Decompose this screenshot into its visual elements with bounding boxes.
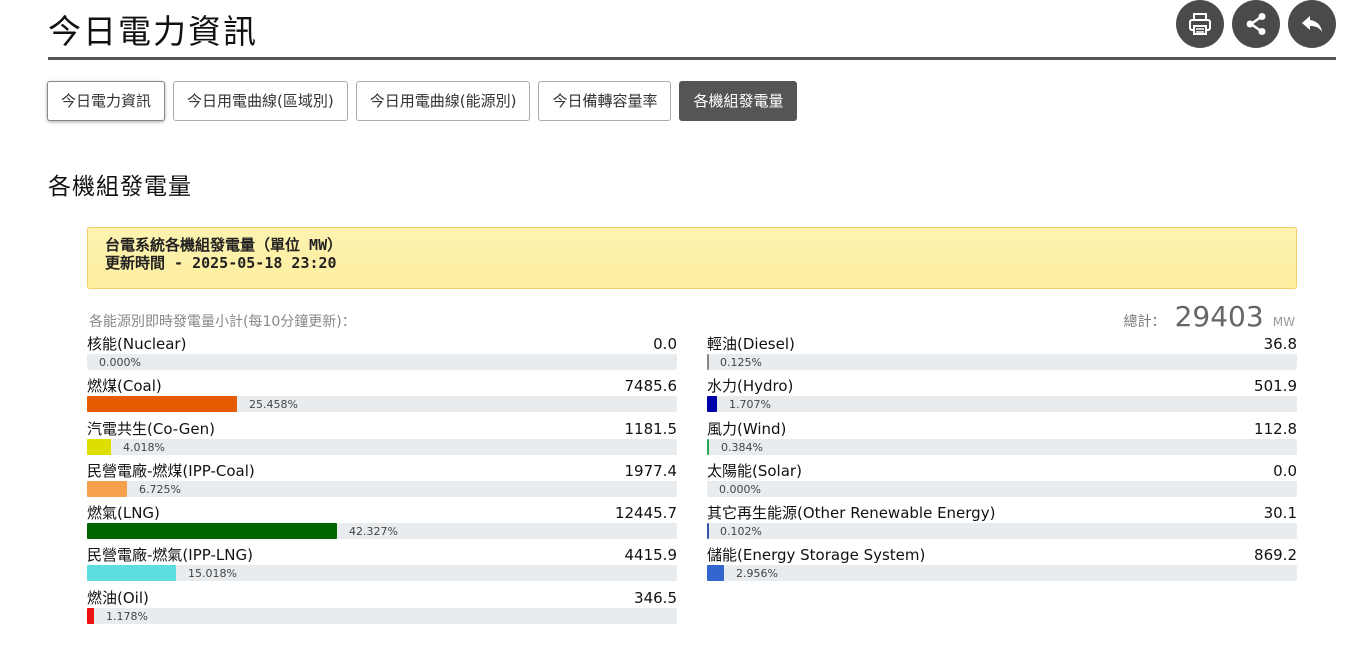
energy-row: 風力(Wind) 112.8 0.384% xyxy=(707,420,1297,462)
progress-track xyxy=(707,565,1297,582)
tab-reserve-margin[interactable]: 今日備轉容量率 xyxy=(538,81,672,121)
energy-row: 水力(Hydro) 501.9 1.707% xyxy=(707,377,1297,419)
section-title: 各機組發電量 xyxy=(48,174,192,200)
progress-fill xyxy=(707,565,724,582)
progress-fill xyxy=(87,607,94,624)
progress-fill xyxy=(707,523,709,540)
energy-percent: 6.725% xyxy=(139,482,181,496)
energy-value: 1977.4 xyxy=(624,461,678,480)
energy-row: 核能(Nuclear) 0.0 0.000% xyxy=(87,335,677,377)
energy-row: 燃氣(LNG) 12445.7 42.327% xyxy=(87,504,677,546)
progress-track xyxy=(87,438,677,455)
energy-name: 燃氣(LNG) xyxy=(87,504,160,523)
energy-name: 燃油(Oil) xyxy=(87,588,149,607)
energy-name: 水力(Hydro) xyxy=(707,377,794,396)
energy-percent: 1.178% xyxy=(106,609,148,623)
info-box: 台電系統各機組發電量（單位 MW） 更新時間 - 2025-05-18 23:2… xyxy=(87,227,1297,289)
page-title: 今日電力資訊 xyxy=(48,12,258,51)
energy-percent: 1.707% xyxy=(729,398,771,412)
energy-percent: 0.102% xyxy=(720,525,762,539)
progress-track xyxy=(707,396,1297,413)
energy-row: 民營電廠-燃煤(IPP-Coal) 1977.4 6.725% xyxy=(87,462,677,504)
energy-row: 燃油(Oil) 346.5 1.178% xyxy=(87,589,677,631)
progress-fill xyxy=(87,396,237,413)
back-arrow-icon xyxy=(1302,16,1322,32)
energy-row: 汽電共生(Co-Gen) 1181.5 4.018% xyxy=(87,420,677,462)
total-label: 總計： xyxy=(1123,314,1166,330)
energy-value: 0.0 xyxy=(653,335,677,353)
energy-list-right: 輕油(Diesel) 36.8 0.125% 水力(Hydro) 501.9 1.707%… xyxy=(707,335,1297,589)
energy-name: 汽電共生(Co-Gen) xyxy=(87,419,215,438)
energy-value: 869.2 xyxy=(1254,546,1297,565)
energy-name: 其它再生能源(Other Renewable Energy) xyxy=(707,504,996,523)
tab-load-curve-region[interactable]: 今日用電曲線(區域別) xyxy=(173,81,348,121)
tab-load-curve-energy[interactable]: 今日用電曲線(能源別) xyxy=(355,81,531,121)
share-icon xyxy=(1246,13,1266,35)
energy-percent: 15.018% xyxy=(188,567,237,581)
energy-value: 112.8 xyxy=(1254,419,1297,438)
tab-bar: 今日電力資訊 今日用電曲線(區域別) 今日用電曲線(能源別) 今日備轉容量率 各… xyxy=(47,81,805,121)
print-button[interactable] xyxy=(1176,0,1224,48)
energy-percent: 42.327% xyxy=(349,525,398,539)
total-readout: 總計： 29403 MW xyxy=(1124,300,1295,333)
energy-row: 其它再生能源(Other Renewable Energy) 30.1 0.102% xyxy=(707,504,1297,546)
energy-value: 1181.5 xyxy=(624,419,678,438)
progress-fill xyxy=(707,396,717,413)
progress-track xyxy=(707,480,1297,497)
progress-fill xyxy=(87,480,127,497)
energy-percent: 0.384% xyxy=(721,440,763,454)
energy-name: 風力(Wind) xyxy=(707,419,787,438)
update-time: 更新時間 - 2025-05-18 23:20 xyxy=(105,254,337,272)
energy-row: 儲能(Energy Storage System) 869.2 2.956% xyxy=(707,546,1297,588)
energy-name: 儲能(Energy Storage System) xyxy=(707,546,926,565)
energy-percent: 0.000% xyxy=(99,356,141,369)
energy-percent: 4.018% xyxy=(123,440,165,454)
total-unit: MW xyxy=(1272,315,1295,329)
info-box-title: 台電系統各機組發電量（單位 MW） xyxy=(105,236,343,254)
energy-name: 燃煤(Coal) xyxy=(87,377,162,396)
progress-fill xyxy=(87,565,176,582)
energy-name: 輕油(Diesel) xyxy=(707,335,795,353)
energy-percent: 25.458% xyxy=(249,398,298,412)
energy-percent: 2.956% xyxy=(736,567,778,581)
energy-value: 501.9 xyxy=(1254,377,1297,396)
energy-name: 民營電廠-燃氣(IPP-LNG) xyxy=(87,546,253,565)
progress-track xyxy=(707,438,1297,455)
energy-value: 346.5 xyxy=(634,588,677,607)
energy-percent: 0.000% xyxy=(719,482,761,496)
title-divider xyxy=(48,57,1336,60)
printer-icon xyxy=(1189,13,1211,35)
energy-value: 0.0 xyxy=(1273,461,1297,480)
progress-fill xyxy=(87,523,337,540)
summary-subtitle: 各能源別即時發電量小計(每10分鐘更新)： xyxy=(89,314,356,330)
tab-power-info[interactable]: 今日電力資訊 xyxy=(47,81,166,121)
back-button[interactable] xyxy=(1288,0,1336,48)
energy-name: 太陽能(Solar) xyxy=(707,461,802,480)
energy-row: 太陽能(Solar) 0.0 0.000% xyxy=(707,462,1297,504)
progress-track xyxy=(87,396,677,413)
energy-value: 4415.9 xyxy=(624,546,678,565)
energy-name: 民營電廠-燃煤(IPP-Coal) xyxy=(87,461,255,480)
energy-value: 36.8 xyxy=(1263,335,1297,353)
energy-list-left: 核能(Nuclear) 0.0 0.000% 燃煤(Coal) 7485.6 25.458… xyxy=(87,335,677,631)
energy-percent: 0.125% xyxy=(720,356,762,369)
progress-track xyxy=(87,565,677,582)
progress-track xyxy=(707,354,1297,370)
share-button[interactable] xyxy=(1232,0,1280,48)
progress-fill xyxy=(707,354,709,370)
energy-value: 7485.6 xyxy=(624,377,678,396)
energy-value: 30.1 xyxy=(1263,504,1297,523)
energy-value: 12445.7 xyxy=(614,504,677,523)
progress-track xyxy=(707,523,1297,540)
progress-track xyxy=(87,354,677,370)
tab-unit-generation[interactable]: 各機組發電量 xyxy=(679,81,798,121)
progress-fill xyxy=(87,438,111,455)
energy-row: 燃煤(Coal) 7485.6 25.458% xyxy=(87,377,677,419)
energy-row: 民營電廠-燃氣(IPP-LNG) 4415.9 15.018% xyxy=(87,546,677,588)
progress-fill xyxy=(707,438,709,455)
progress-track xyxy=(87,607,677,624)
total-value: 29403 xyxy=(1174,300,1264,333)
energy-name: 核能(Nuclear) xyxy=(87,335,187,353)
energy-row: 輕油(Diesel) 36.8 0.125% xyxy=(707,335,1297,377)
